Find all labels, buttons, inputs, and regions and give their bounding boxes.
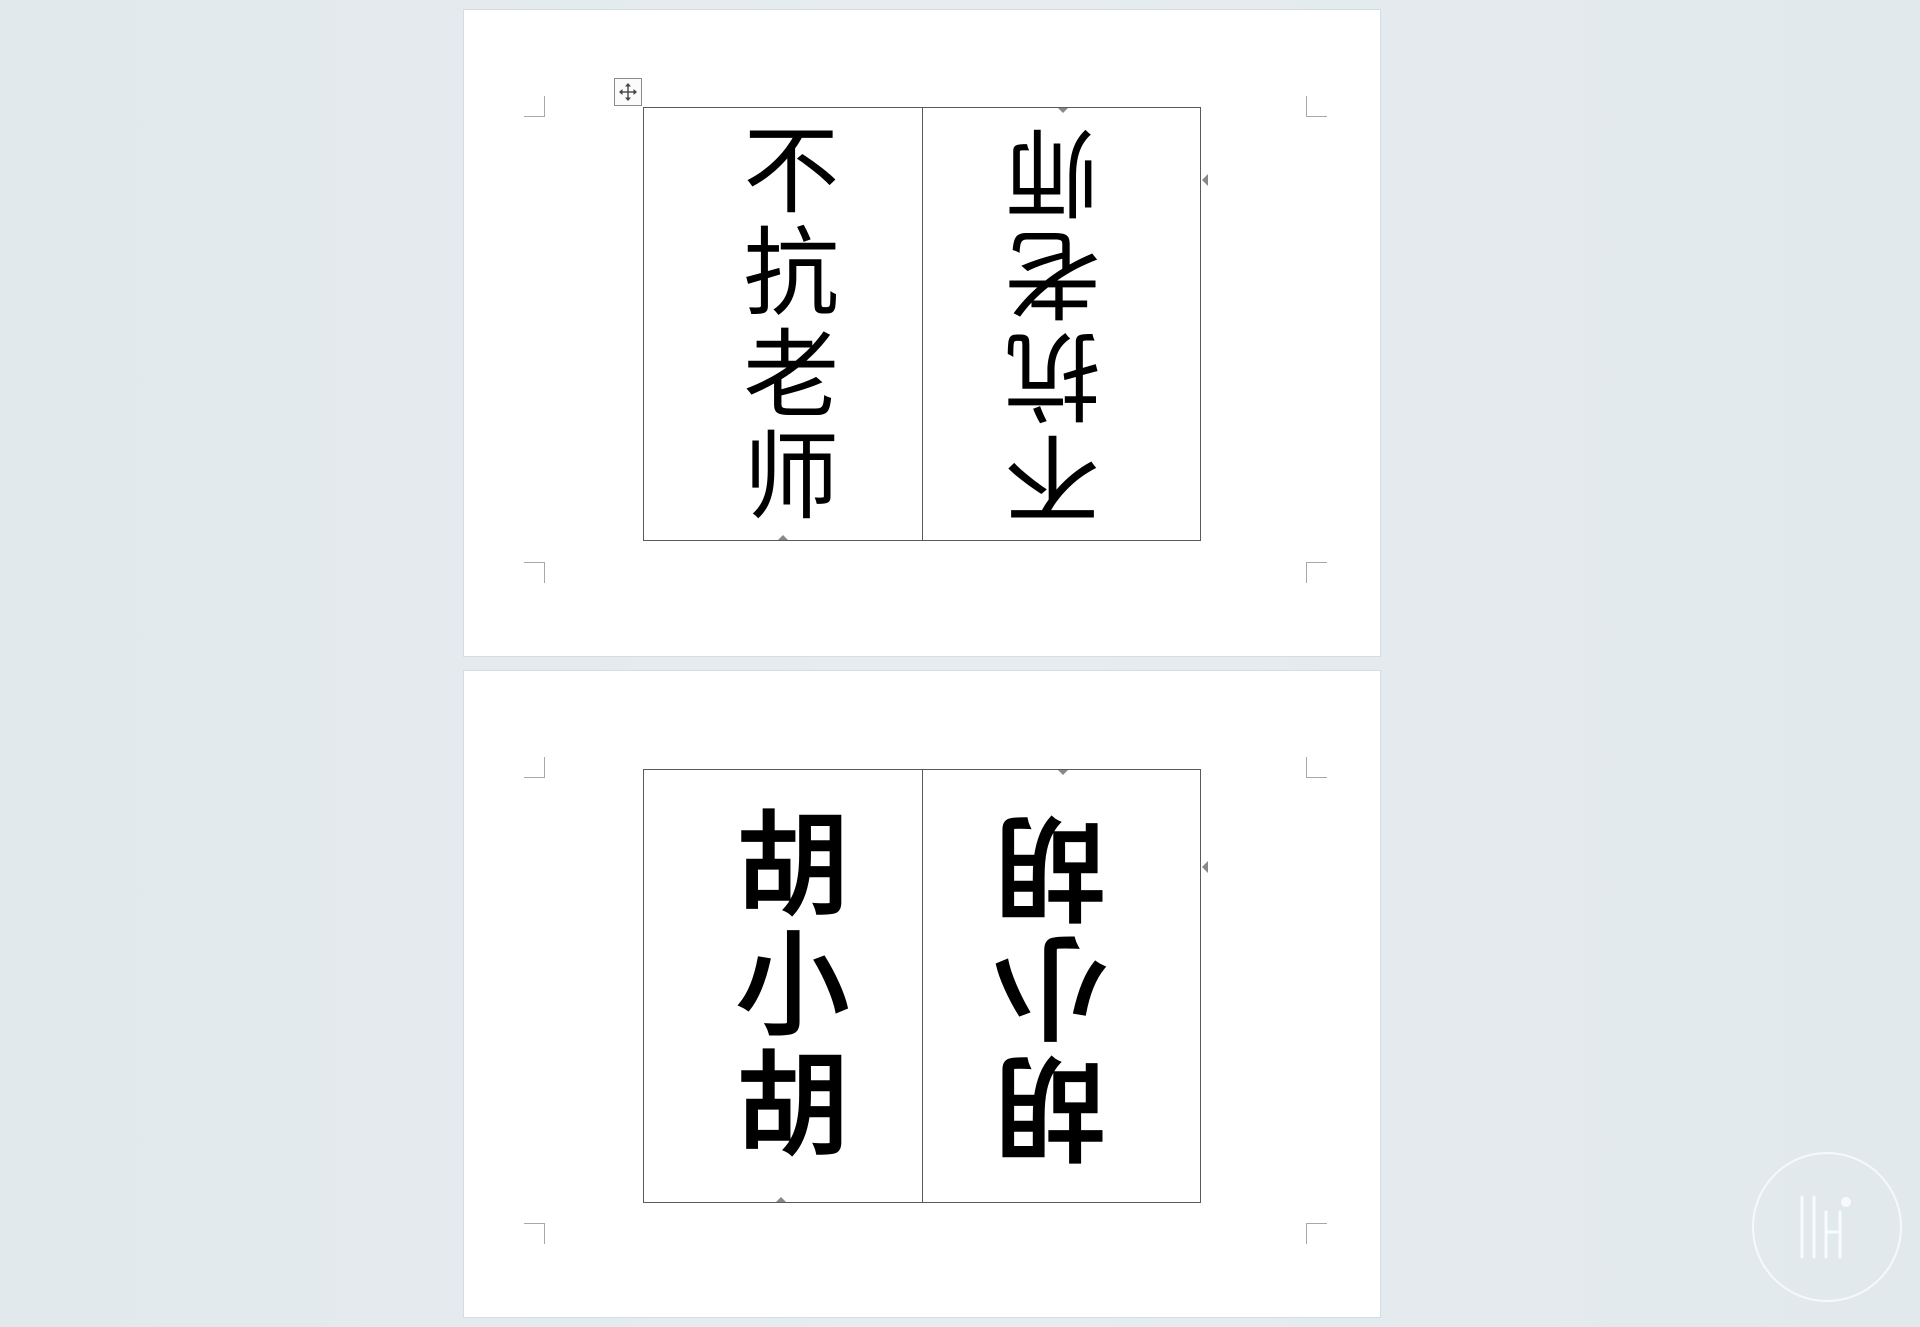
document-page-2[interactable]: 胡小胡 胡小胡 <box>463 670 1381 1318</box>
crop-mark-bottom-left <box>524 1223 545 1244</box>
table-cell-left[interactable]: 不抗老师 <box>644 108 922 540</box>
name-text-flipped: 不抗老师 <box>1005 120 1118 528</box>
document-page-1[interactable]: 不抗老师 不抗老师 <box>463 9 1381 657</box>
table-cell-left[interactable]: 胡小胡 <box>644 770 922 1202</box>
crop-mark-bottom-left <box>524 562 545 583</box>
move-arrows-icon <box>619 83 637 101</box>
document-workspace: 不抗老师 不抗老师 胡小胡 胡小胡 <box>0 0 1920 1327</box>
name-card-table-2[interactable]: 胡小胡 胡小胡 <box>643 769 1201 1203</box>
table-cell-right[interactable]: 不抗老师 <box>921 108 1201 540</box>
logo-watermark <box>1752 1152 1902 1302</box>
table-cell-right[interactable]: 胡小胡 <box>921 770 1201 1202</box>
name-card-table-1[interactable]: 不抗老师 不抗老师 <box>643 107 1201 541</box>
name-text-upright: 胡小胡 <box>717 806 848 1166</box>
crop-mark-top-right <box>1306 757 1327 778</box>
table-move-handle[interactable] <box>614 78 642 106</box>
crop-mark-top-left <box>524 96 545 117</box>
logo-watermark-icon <box>1800 1195 1851 1259</box>
name-text-upright: 不抗老师 <box>726 120 839 528</box>
cell-marker-top <box>1057 770 1068 775</box>
crop-mark-bottom-right <box>1306 1223 1327 1244</box>
name-text-flipped: 胡小胡 <box>996 806 1127 1166</box>
cell-marker-top <box>1057 108 1068 113</box>
cell-marker-bottom <box>778 535 788 540</box>
crop-mark-top-right <box>1306 96 1327 117</box>
crop-mark-bottom-right <box>1306 562 1327 583</box>
row-marker <box>1202 861 1208 873</box>
row-marker <box>1202 174 1208 186</box>
cell-marker-bottom <box>776 1197 786 1202</box>
crop-mark-top-left <box>524 757 545 778</box>
